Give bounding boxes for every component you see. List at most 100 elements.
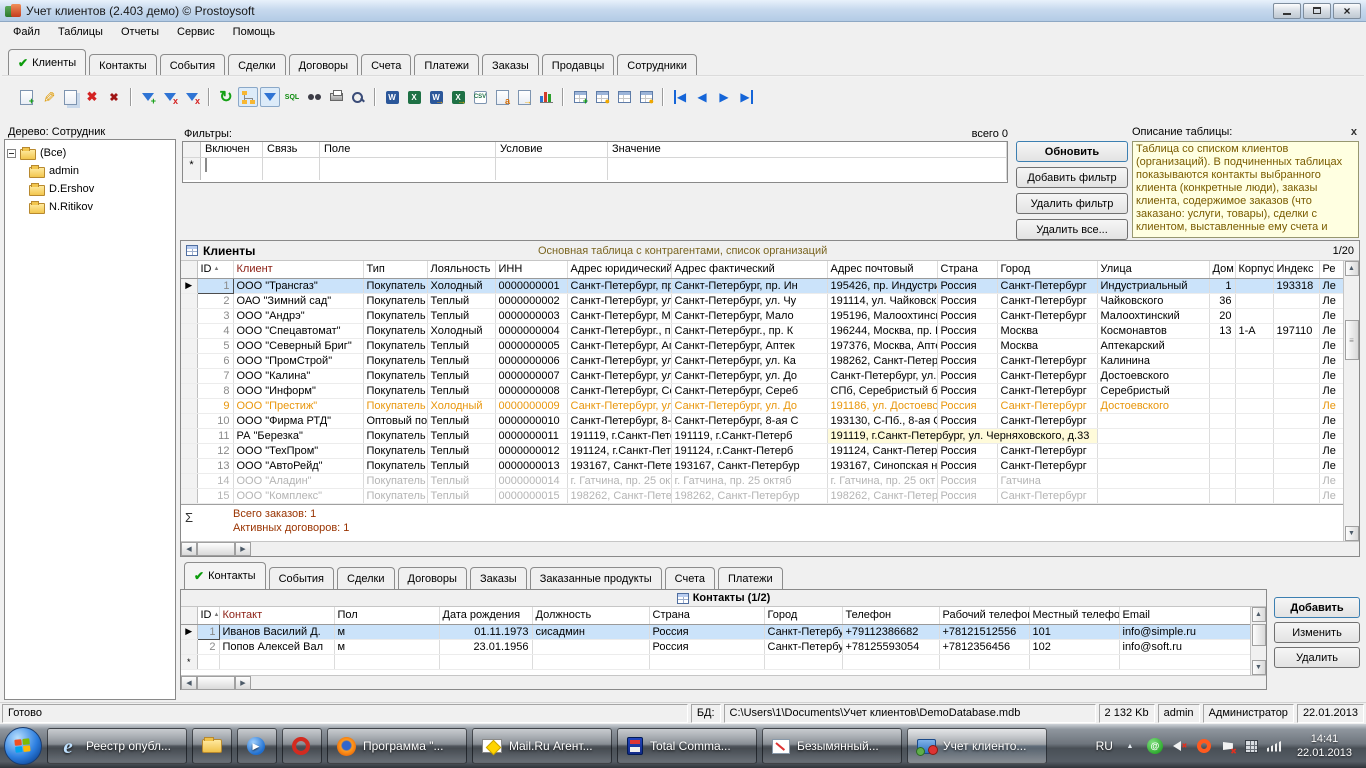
cell[interactable]: 0000000009 — [495, 398, 567, 413]
cell[interactable]: Покупатель — [363, 308, 427, 323]
cell[interactable]: Санкт-Петербург, Аптекар — [567, 338, 671, 353]
cell[interactable] — [1235, 278, 1273, 293]
cell[interactable]: Покупатель — [363, 458, 427, 473]
cell[interactable]: сисадмин — [532, 624, 649, 639]
cell[interactable]: 1 — [197, 624, 219, 639]
col-header-5[interactable]: Страна — [649, 607, 764, 624]
cell[interactable]: Холодный — [427, 278, 495, 293]
filter-value-cell[interactable] — [608, 158, 1007, 180]
cell[interactable]: 198262, Санкт-Петер — [827, 353, 937, 368]
scroll-left-icon[interactable]: ◀ — [181, 542, 197, 556]
table-row[interactable]: 13ООО "АвтоРейд"ПокупательТеплый00000000… — [181, 458, 1343, 473]
cell[interactable]: 0000000001 — [495, 278, 567, 293]
cell[interactable] — [1119, 654, 1250, 669]
chevron-icon[interactable]: ▲ — [1122, 738, 1138, 754]
cell[interactable]: 6 — [197, 353, 233, 368]
cell[interactable]: 5 — [197, 338, 233, 353]
cell[interactable]: Санкт-Петербург — [997, 398, 1097, 413]
cell[interactable]: Индустриальный — [1097, 278, 1209, 293]
table-row[interactable]: 2ОАО "Зимний сад"ПокупательТеплый0000000… — [181, 293, 1343, 308]
cell[interactable]: Аптекарский — [1097, 338, 1209, 353]
cell[interactable] — [1209, 458, 1235, 473]
cell[interactable] — [1273, 293, 1319, 308]
col-header-8[interactable]: Страна — [937, 261, 997, 278]
cell[interactable] — [1273, 488, 1319, 503]
cell[interactable]: Ле — [1319, 353, 1343, 368]
cell[interactable]: 191124, г.Санкт-Петерб — [671, 443, 827, 458]
start-button[interactable] — [4, 727, 42, 765]
cell[interactable]: Ле — [1319, 473, 1343, 488]
cell[interactable]: 23.01.1956 — [439, 639, 532, 654]
cell[interactable] — [1273, 368, 1319, 383]
cell[interactable]: 1-А — [1235, 323, 1273, 338]
cell[interactable]: Теплый — [427, 293, 495, 308]
cell[interactable] — [1209, 368, 1235, 383]
col-header-13[interactable]: Индекс — [1273, 261, 1319, 278]
cell[interactable]: Гатчина — [997, 473, 1097, 488]
tab-7[interactable]: Заказы — [482, 54, 539, 76]
cell[interactable] — [1273, 308, 1319, 323]
nav-first-icon[interactable]: ◀ — [670, 87, 690, 107]
table-row[interactable]: 9ООО "Престиж"ПокупательХолодный00000000… — [181, 398, 1343, 413]
col-header-12[interactable]: Корпус — [1235, 261, 1273, 278]
filter-col-3[interactable]: Условие — [496, 142, 608, 158]
clients-horizontal-scrollbar[interactable]: ◀▶ — [181, 541, 1359, 556]
cell[interactable]: Санкт-Петербург., пр. К — [671, 323, 827, 338]
cell[interactable] — [1097, 473, 1209, 488]
cell[interactable]: Покупатель — [363, 278, 427, 293]
table-row[interactable]: 2Попов Алексей Валм23.01.1956РоссияСанкт… — [181, 639, 1250, 654]
cell[interactable] — [1235, 293, 1273, 308]
export-word-template-icon[interactable]: W→ — [426, 87, 446, 107]
filter-delete-icon[interactable]: x — [160, 87, 180, 107]
edit-contact-button[interactable]: Изменить — [1274, 622, 1360, 643]
cell[interactable]: Покупатель — [363, 293, 427, 308]
cell[interactable]: Попов Алексей Вал — [219, 639, 334, 654]
cell[interactable]: 0000000010 — [495, 413, 567, 428]
table-row[interactable]: 15ООО "Комплекс"ПокупательТеплый00000000… — [181, 488, 1343, 503]
cell[interactable]: Санкт-Петербург, ул. Чу — [671, 293, 827, 308]
cell[interactable]: Россия — [937, 413, 997, 428]
taskbar-button-ie[interactable]: eРеестр опубл... — [47, 728, 187, 764]
cell[interactable]: Россия — [937, 278, 997, 293]
cell[interactable]: Теплый — [427, 443, 495, 458]
cell[interactable]: 2 — [197, 293, 233, 308]
filter-field-cell[interactable] — [320, 158, 496, 180]
cell[interactable] — [1097, 443, 1209, 458]
tab-5[interactable]: Счета — [361, 54, 411, 76]
cell[interactable]: 196244, Москва, пр. К — [827, 323, 937, 338]
cell[interactable]: Ле — [1319, 458, 1343, 473]
cell[interactable]: ООО "Аладин" — [233, 473, 363, 488]
export-csv-icon[interactable]: CSV — [470, 87, 490, 107]
delete-contact-button[interactable]: Удалить — [1274, 647, 1360, 668]
tab-2[interactable]: События — [160, 54, 225, 76]
agent-icon[interactable]: @ — [1147, 738, 1163, 754]
cell[interactable]: Санкт-Петербург, 8-ая С — [671, 413, 827, 428]
cell[interactable] — [1273, 443, 1319, 458]
cell[interactable]: 20 — [1209, 308, 1235, 323]
cell[interactable]: 0000000004 — [495, 323, 567, 338]
cell[interactable] — [1235, 473, 1273, 488]
cell[interactable]: Санкт-Петербург — [997, 368, 1097, 383]
cell[interactable]: Санкт-Петербург, пр. Ин — [671, 278, 827, 293]
volume-icon[interactable] — [1172, 738, 1188, 754]
col-header-7[interactable]: Адрес почтовый — [827, 261, 937, 278]
cell[interactable]: Теплый — [427, 458, 495, 473]
cell[interactable]: 8 — [197, 383, 233, 398]
scroll-thumb[interactable] — [197, 676, 235, 690]
filter-add-icon[interactable]: + — [138, 87, 158, 107]
table-row[interactable]: 6ООО "ПромСтрой"ПокупательТеплый00000000… — [181, 353, 1343, 368]
subtab-5[interactable]: Заказанные продукты — [530, 567, 662, 589]
cell[interactable] — [1273, 398, 1319, 413]
cell[interactable] — [219, 654, 334, 669]
cell[interactable]: Оптовый пок — [363, 413, 427, 428]
cell[interactable]: Серебристый — [1097, 383, 1209, 398]
cell[interactable]: Иванов Василий Д. — [219, 624, 334, 639]
export-word-icon[interactable]: W — [382, 87, 402, 107]
nav-prev-icon[interactable]: ◀ — [692, 87, 712, 107]
cell[interactable] — [1029, 654, 1119, 669]
cell[interactable]: 01.11.1973 — [439, 624, 532, 639]
cell[interactable]: Санкт-Петербург, ул. Дос — [567, 368, 671, 383]
child-settings-icon[interactable]: ● — [592, 87, 612, 107]
cell[interactable] — [1209, 428, 1235, 443]
cell[interactable]: Санкт-Петербург — [997, 278, 1097, 293]
